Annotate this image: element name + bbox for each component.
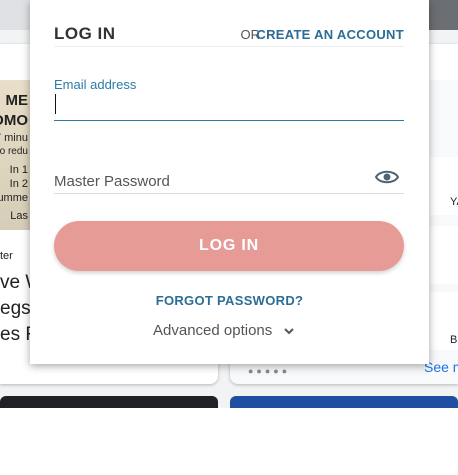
promo-line: In 2	[9, 178, 28, 190]
master-password-label: Master Password	[54, 173, 170, 190]
create-account-link[interactable]: CREATE AN ACCOUNT	[256, 27, 404, 42]
email-label: Email address	[54, 77, 137, 92]
background-card-top	[230, 396, 458, 408]
background-text: ter	[0, 250, 13, 262]
background-text: YA	[450, 196, 458, 208]
background-promo-image: ME OMO 7 minu o redu In 1 In 2 umme Las	[0, 80, 30, 230]
show-password-eye-icon[interactable]	[375, 168, 399, 186]
login-popup: LOG IN OR CREATE AN ACCOUNT Email addres…	[30, 0, 429, 364]
background-panel	[430, 44, 458, 80]
chevron-down-icon[interactable]	[282, 324, 296, 338]
text-caret	[55, 94, 56, 114]
background-toolbar-button	[428, 0, 458, 30]
background-card-top	[0, 396, 218, 408]
promo-line: 7 minu	[0, 132, 28, 144]
promo-line: o redu	[0, 146, 28, 157]
background-panel	[430, 226, 458, 284]
promo-line: OMO	[0, 112, 28, 129]
email-input[interactable]	[54, 92, 404, 121]
promo-line: In 1	[9, 164, 28, 176]
login-button[interactable]: LOG IN	[54, 221, 404, 271]
promo-line: ME	[5, 92, 29, 109]
background-footer	[0, 408, 458, 475]
promo-line: umme	[0, 192, 28, 204]
advanced-options-toggle[interactable]: Advanced options	[153, 322, 272, 339]
promo-line: Las	[10, 210, 28, 222]
see-more-link[interactable]: See m	[424, 359, 458, 375]
login-header: LOG IN OR CREATE AN ACCOUNT	[54, 22, 404, 47]
background-text: B	[450, 334, 458, 346]
forgot-password-link[interactable]: FORGOT PASSWORD?	[30, 293, 429, 308]
carousel-dots: ●●●●●	[248, 366, 291, 376]
login-title: LOG IN	[54, 24, 116, 43]
